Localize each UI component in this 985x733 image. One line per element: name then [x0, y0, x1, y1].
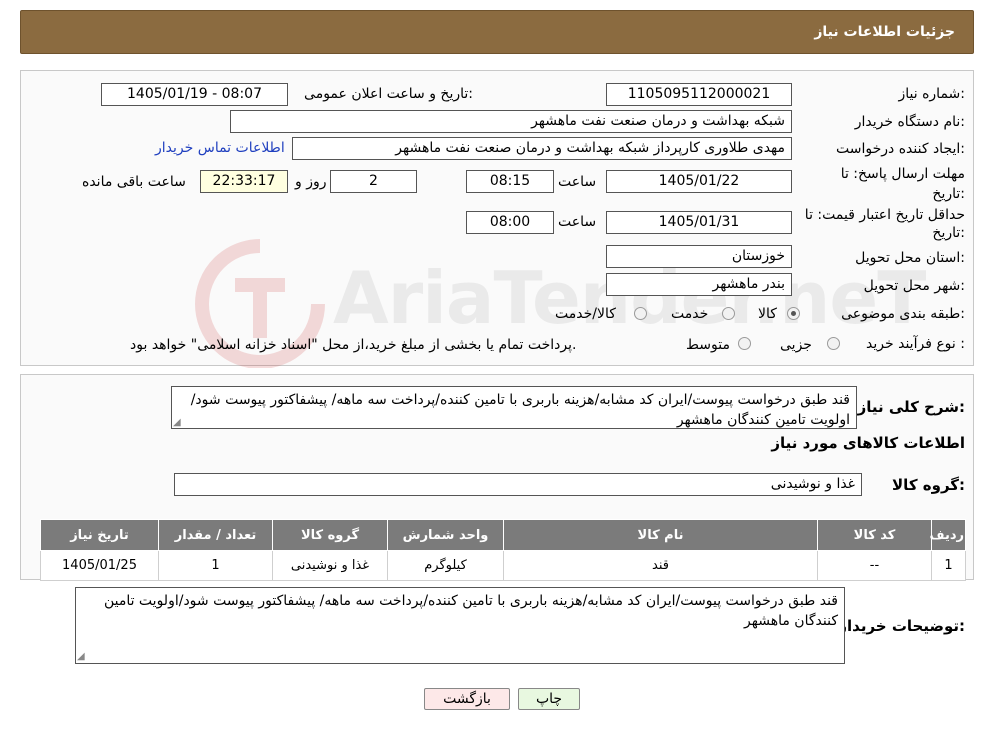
- purchase-type-option-minor: جزیی: [780, 337, 812, 353]
- goods-section-title: اطلاعات کالاهای مورد نیاز: [771, 434, 965, 452]
- category-radio-goods-service[interactable]: [634, 307, 647, 320]
- table-row: 1 -- قند کیلوگرم غذا و نوشیدنی 1 1405/01…: [40, 550, 966, 581]
- reply-deadline-label-1: مهلت ارسال پاسخ: تا: [840, 166, 965, 182]
- category-radio-service[interactable]: [722, 307, 735, 320]
- col-header-item-group: گروه کالا: [272, 519, 388, 551]
- table-header-row: ردیف کد کالا نام کالا واحد شمارش گروه کا…: [40, 519, 966, 551]
- reply-deadline-time: 08:15: [466, 170, 554, 193]
- announce-datetime-field: 1405/01/19 - 08:07: [101, 83, 288, 106]
- description-textarea[interactable]: قند طبق درخواست پیوست/ایران کد مشابه/هزی…: [171, 386, 857, 429]
- price-time-label: ساعت: [558, 214, 597, 230]
- cell-unit: کیلوگرم: [387, 550, 504, 581]
- reply-time-label: ساعت: [558, 174, 597, 190]
- purchase-type-label: نوع فرآیند خرید :: [866, 336, 965, 352]
- back-button[interactable]: بازگشت: [424, 688, 510, 710]
- price-validity-label-2: تاریخ:: [932, 225, 965, 241]
- purchase-type-option-medium: متوسط: [686, 337, 730, 353]
- city-field: بندر ماهشهر: [606, 273, 792, 296]
- need-number-label: شماره نیاز:: [898, 86, 965, 102]
- buyer-org-label: نام دستگاه خریدار:: [854, 114, 965, 130]
- category-option-goods-service: کالا/خدمت: [555, 306, 616, 322]
- col-header-item-name: نام کالا: [503, 519, 818, 551]
- remaining-time-label: ساعت باقی مانده: [82, 174, 186, 190]
- price-validity-date: 1405/01/31: [606, 211, 792, 234]
- page-title: جزئیات اطلاعات نیاز: [814, 24, 955, 40]
- col-header-quantity: تعداد / مقدار: [158, 519, 273, 551]
- col-header-unit: واحد شمارش: [387, 519, 504, 551]
- purchase-type-note: پرداخت تمام یا بخشی از مبلغ خرید،از محل …: [130, 337, 577, 353]
- purchase-type-radio-medium[interactable]: [738, 337, 751, 350]
- buyer-notes-label: توضیحات خریدار:: [838, 617, 965, 635]
- cell-need-date: 1405/01/25: [40, 550, 159, 581]
- requester-field: مهدی طلاوری کارپرداز شبکه بهداشت و درمان…: [292, 137, 792, 160]
- buyer-notes-resize-grip-icon[interactable]: ◢: [77, 651, 85, 662]
- category-label: طبقه بندی موضوعی:: [841, 306, 965, 322]
- province-field: خوزستان: [606, 245, 792, 268]
- description-label: شرح کلی نیاز:: [857, 398, 965, 416]
- purchase-type-radio-minor[interactable]: [827, 337, 840, 350]
- reply-deadline-date: 1405/01/22: [606, 170, 792, 193]
- cell-quantity: 1: [158, 550, 273, 581]
- buyer-contact-link[interactable]: اطلاعات تماس خریدار: [155, 140, 285, 156]
- goods-table: ردیف کد کالا نام کالا واحد شمارش گروه کا…: [40, 519, 966, 581]
- requester-label: ایجاد کننده درخواست:: [836, 141, 965, 157]
- price-validity-time: 08:00: [466, 211, 554, 234]
- cell-item-code: --: [817, 550, 932, 581]
- category-radio-goods[interactable]: [787, 307, 800, 320]
- need-number-field: 1105095112000021: [606, 83, 792, 106]
- remaining-time-field: 22:33:17: [200, 170, 288, 193]
- announce-datetime-label: تاریخ و ساعت اعلان عمومی:: [304, 86, 473, 102]
- cell-row-number: 1: [931, 550, 966, 581]
- page-header: جزئیات اطلاعات نیاز: [20, 10, 974, 54]
- print-button[interactable]: چاپ: [518, 688, 580, 710]
- reply-deadline-label-2: تاریخ:: [932, 186, 965, 202]
- goods-group-label: گروه کالا:: [892, 476, 965, 494]
- city-label: شهر محل تحویل:: [863, 278, 965, 294]
- col-header-item-code: کد کالا: [817, 519, 932, 551]
- reply-days-label: روز و: [295, 174, 327, 190]
- category-option-service: خدمت: [671, 306, 709, 322]
- description-resize-grip-icon[interactable]: ◢: [173, 417, 181, 428]
- price-validity-label-1: حداقل تاریخ اعتبار قیمت: تا: [804, 207, 965, 223]
- cell-item-name: قند: [503, 550, 818, 581]
- buyer-notes-textarea[interactable]: قند طبق درخواست پیوست/ایران کد مشابه/هزی…: [75, 587, 845, 664]
- reply-days-field: 2: [330, 170, 417, 193]
- buyer-org-field: شبکه بهداشت و درمان صنعت نفت ماهشهر: [230, 110, 792, 133]
- cell-item-group: غذا و نوشیدنی: [272, 550, 388, 581]
- col-header-row-number: ردیف: [929, 519, 966, 551]
- category-option-goods: کالا: [758, 306, 777, 322]
- goods-group-field: غذا و نوشیدنی: [174, 473, 862, 496]
- col-header-need-date: تاریخ نیاز: [40, 519, 159, 551]
- province-label: استان محل تحویل:: [855, 250, 965, 266]
